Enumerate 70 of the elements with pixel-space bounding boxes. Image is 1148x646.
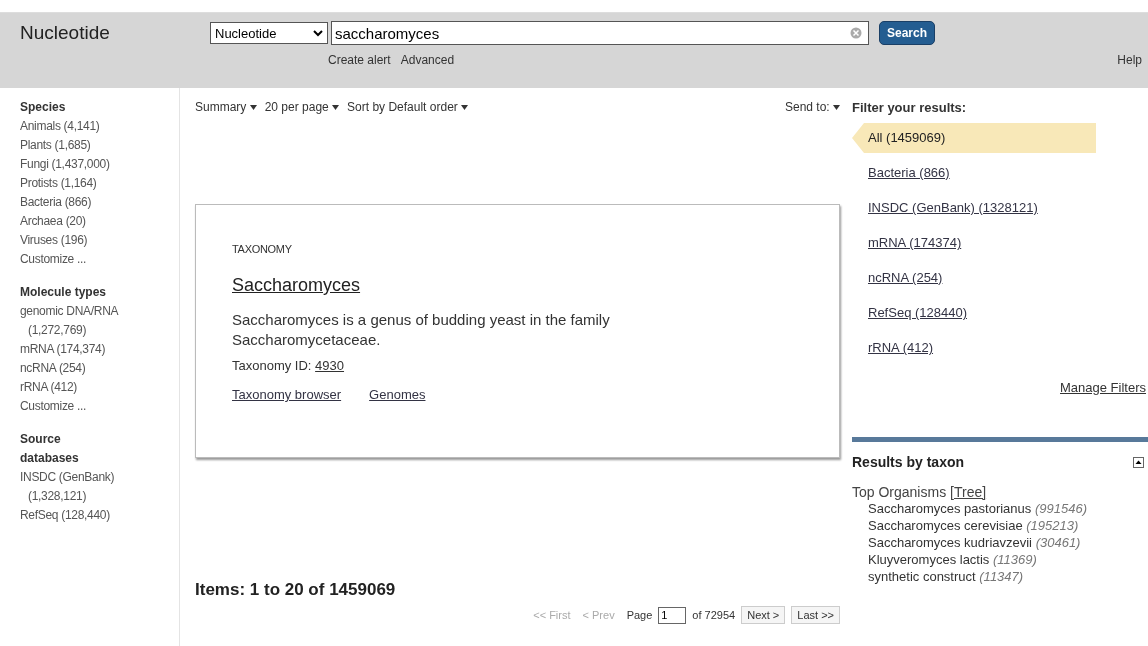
caret-icon [461,105,469,111]
filter-item[interactable]: rRNA (412) [852,333,1096,363]
card-link[interactable]: Taxonomy browser [232,387,342,402]
help-link[interactable]: Help [1117,53,1142,67]
taxon-title-link[interactable]: Saccharomyces [232,275,361,296]
filter-item[interactable]: RefSeq (128440) [852,298,1096,328]
organism-count: (11347) [979,569,1024,584]
display-menu[interactable]: 20 per page [264,100,340,114]
facet-link[interactable]: Bacteria (866) [20,193,163,212]
organism-count: (195213) [1026,518,1079,533]
search-button[interactable]: Search [879,21,936,45]
card-link[interactable]: Genomes [369,387,426,402]
facet-link[interactable]: rRNA (412) [20,378,163,397]
facet-link[interactable]: Animals (4,141) [20,117,163,136]
facet-link[interactable]: RefSeq (128,440) [20,506,163,525]
filter-item[interactable]: All (1459069) [852,123,1096,153]
facet-link[interactable]: Plants (1,685) [20,136,163,155]
organism-count: (30461) [1035,535,1081,550]
organism-link[interactable]: Saccharomyces cerevisiae [868,518,1023,533]
next-page-button[interactable]: Next > [741,606,786,624]
organism-link[interactable]: Saccharomyces pastorianus [868,501,1032,516]
header-link[interactable]: Create alert [328,53,391,67]
organism-link[interactable]: Kluyveromyces lactis [868,552,990,567]
facet-heading: Molecule types [20,284,108,301]
items-summary: Items: 1 to 20 of 1459069 [195,580,397,600]
organism-count: (991546) [1034,501,1087,516]
customize-link[interactable]: Customize ... [20,397,163,416]
taxonomy-id-link[interactable]: 4930 [315,358,345,373]
customize-link[interactable]: Customize ... [20,250,163,269]
card-kicker: TAXONOMY [232,243,293,255]
page-label: Page [626,609,653,621]
send-to-menu[interactable]: Send to: [784,100,840,114]
database-select[interactable]: Nucleotide [210,22,328,44]
facet-link[interactable]: Protists (1,164) [20,174,163,193]
database-title: Nucleotide [20,22,111,44]
facet-link[interactable]: genomic DNA/RNA (1,272,769) [20,302,163,340]
organism-link[interactable]: synthetic construct [868,569,976,584]
caret-icon [249,105,257,111]
caret-icon [332,105,340,111]
taxon-heading: Results by taxon [852,454,965,470]
top-organisms-label: Top Organisms [852,484,947,500]
facet-link[interactable]: Archaea (20) [20,212,163,231]
manage-filters-link[interactable]: Manage Filters [1060,380,1146,395]
facet-heading: Species [20,99,67,116]
facet-link[interactable]: Fungi (1,437,000) [20,155,163,174]
facet-link[interactable]: mRNA (174,374) [20,340,163,359]
collapse-icon[interactable] [1133,456,1144,468]
organism-count: (11369) [993,552,1037,567]
filter-item[interactable]: Bacteria (866) [852,158,1096,188]
filter-item[interactable]: INSDC (GenBank) (1328121) [852,193,1096,223]
chevron-down-icon [313,29,323,37]
filter-item[interactable]: ncRNA (254) [852,263,1096,293]
filter-item[interactable]: mRNA (174374) [852,228,1096,258]
facet-link[interactable]: INSDC (GenBank) (1,328,121) [20,468,163,506]
page-field[interactable]: 1 [658,606,687,624]
last-page-button[interactable]: Last >> [791,606,840,624]
taxonomy-id-label: Taxonomy ID: [232,358,312,373]
taxon-description: Saccharomyces is a genus of budding yeast in the family Saccharomycetaceae. [232,310,611,350]
caret-icon [833,105,840,111]
tree-link[interactable]: [Tree] [950,484,987,500]
display-menu[interactable]: Sort by Default order [347,100,469,114]
facet-link[interactable]: Viruses (196) [20,231,163,250]
search-field[interactable]: saccharomyces [331,21,869,45]
header-link[interactable]: Advanced [400,53,455,67]
page-count: of 72954 [692,609,736,621]
facet-link[interactable]: ncRNA (254) [20,359,163,378]
display-menu[interactable]: Summary [195,100,257,114]
organism-link[interactable]: Saccharomyces kudriavzevii [868,535,1032,550]
filter-heading: Filter your results: [852,100,968,115]
facet-heading: Source databases [20,431,80,467]
